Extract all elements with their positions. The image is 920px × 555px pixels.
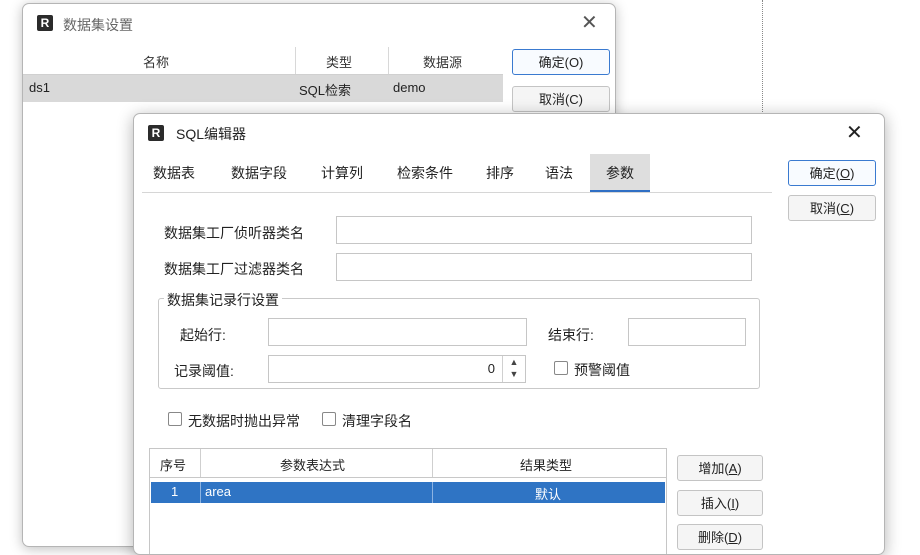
tab-sort[interactable]: 排序 — [477, 154, 523, 192]
tab-conditions[interactable]: 检索条件 — [389, 154, 461, 192]
column-divider — [432, 449, 433, 477]
parameter-table-header: 序号 参数表达式 结果类型 — [150, 449, 666, 478]
dataset-table-header: 名称 类型 数据源 — [23, 47, 503, 75]
end-row-input[interactable] — [628, 318, 746, 346]
cancel-button[interactable]: 取消(C) — [512, 86, 610, 112]
ok-button[interactable]: 确定(O) — [788, 160, 876, 186]
dataset-dialog-title: 数据集设置 — [63, 17, 133, 33]
cell-expression: area — [205, 484, 232, 499]
column-header-type[interactable]: 类型 — [326, 52, 352, 71]
clean-fields-checkbox[interactable] — [322, 412, 336, 426]
end-row-label: 结束行: — [548, 327, 594, 343]
column-divider — [432, 482, 433, 503]
column-divider — [295, 47, 296, 74]
threshold-value: 0 — [487, 361, 495, 376]
close-icon[interactable]: ✕ — [581, 10, 598, 34]
table-row[interactable]: 1 area 默认 — [151, 482, 665, 503]
close-icon[interactable]: ✕ — [846, 120, 863, 144]
column-header-name[interactable]: 名称 — [143, 52, 169, 71]
cell-index: 1 — [171, 484, 179, 499]
throw-on-empty-label: 无数据时抛出异常 — [188, 413, 300, 429]
start-row-label: 起始行: — [180, 327, 226, 343]
tab-fields[interactable]: 数据字段 — [222, 154, 296, 192]
filter-class-label: 数据集工厂过滤器类名 — [164, 261, 304, 277]
cell-result-type: 默认 — [535, 487, 562, 502]
tab-parameters[interactable]: 参数 — [590, 154, 650, 192]
sql-editor-title: SQL编辑器 — [176, 126, 247, 142]
tab-syntax[interactable]: 语法 — [536, 154, 582, 192]
tab-tables[interactable]: 数据表 — [142, 154, 206, 192]
dataset-dialog-titlebar: R 数据集设置 ✕ — [23, 4, 615, 42]
app-logo-icon: R — [148, 125, 164, 141]
column-header-expression[interactable]: 参数表达式 — [280, 455, 345, 474]
spinner-up-down-icon[interactable]: ▲ ▼ — [502, 356, 525, 382]
warn-threshold-label: 预警阈值 — [574, 362, 630, 378]
cancel-button[interactable]: 取消(C) — [788, 195, 876, 221]
background-guide-line — [762, 0, 763, 120]
listener-class-label: 数据集工厂侦听器类名 — [164, 225, 304, 241]
column-header-source[interactable]: 数据源 — [423, 52, 462, 71]
app-logo-icon: R — [37, 15, 53, 31]
column-divider — [200, 449, 201, 477]
throw-on-empty-checkbox[interactable] — [168, 412, 182, 426]
filter-class-input[interactable] — [336, 253, 752, 281]
threshold-label: 记录阈值: — [174, 363, 234, 379]
sql-editor-dialog: R SQL编辑器 ✕ 数据表 数据字段 计算列 检索条件 排序 语法 参数 确定… — [133, 113, 885, 555]
warn-threshold-checkbox[interactable] — [554, 361, 568, 375]
column-header-index[interactable]: 序号 — [160, 455, 186, 474]
column-divider — [200, 482, 201, 503]
table-row[interactable]: ds1 SQL检索 demo — [23, 75, 503, 102]
column-divider — [388, 47, 389, 74]
dataset-table: 名称 类型 数据源 ds1 SQL检索 demo — [23, 47, 503, 102]
group-title: 数据集记录行设置 — [164, 290, 282, 310]
insert-button[interactable]: 插入(I) — [677, 490, 763, 516]
ok-button[interactable]: 确定(O) — [512, 49, 610, 75]
clean-fields-label: 清理字段名 — [342, 413, 412, 429]
tab-bar: 数据表 数据字段 计算列 检索条件 排序 语法 参数 — [142, 154, 772, 193]
cell-source: demo — [393, 80, 426, 95]
delete-button[interactable]: 删除(D) — [677, 524, 763, 550]
tab-computed-columns[interactable]: 计算列 — [312, 154, 372, 192]
start-row-input[interactable] — [268, 318, 527, 346]
column-header-result-type[interactable]: 结果类型 — [520, 455, 572, 474]
parameter-table: 序号 参数表达式 结果类型 1 area 默认 — [149, 448, 667, 554]
listener-class-input[interactable] — [336, 216, 752, 244]
cell-type: SQL检索 — [299, 83, 352, 98]
add-button[interactable]: 增加(A) — [677, 455, 763, 481]
cell-name: ds1 — [29, 80, 50, 95]
threshold-stepper[interactable]: 0 ▲ ▼ — [268, 355, 526, 383]
sql-editor-titlebar: R SQL编辑器 ✕ — [134, 114, 884, 152]
